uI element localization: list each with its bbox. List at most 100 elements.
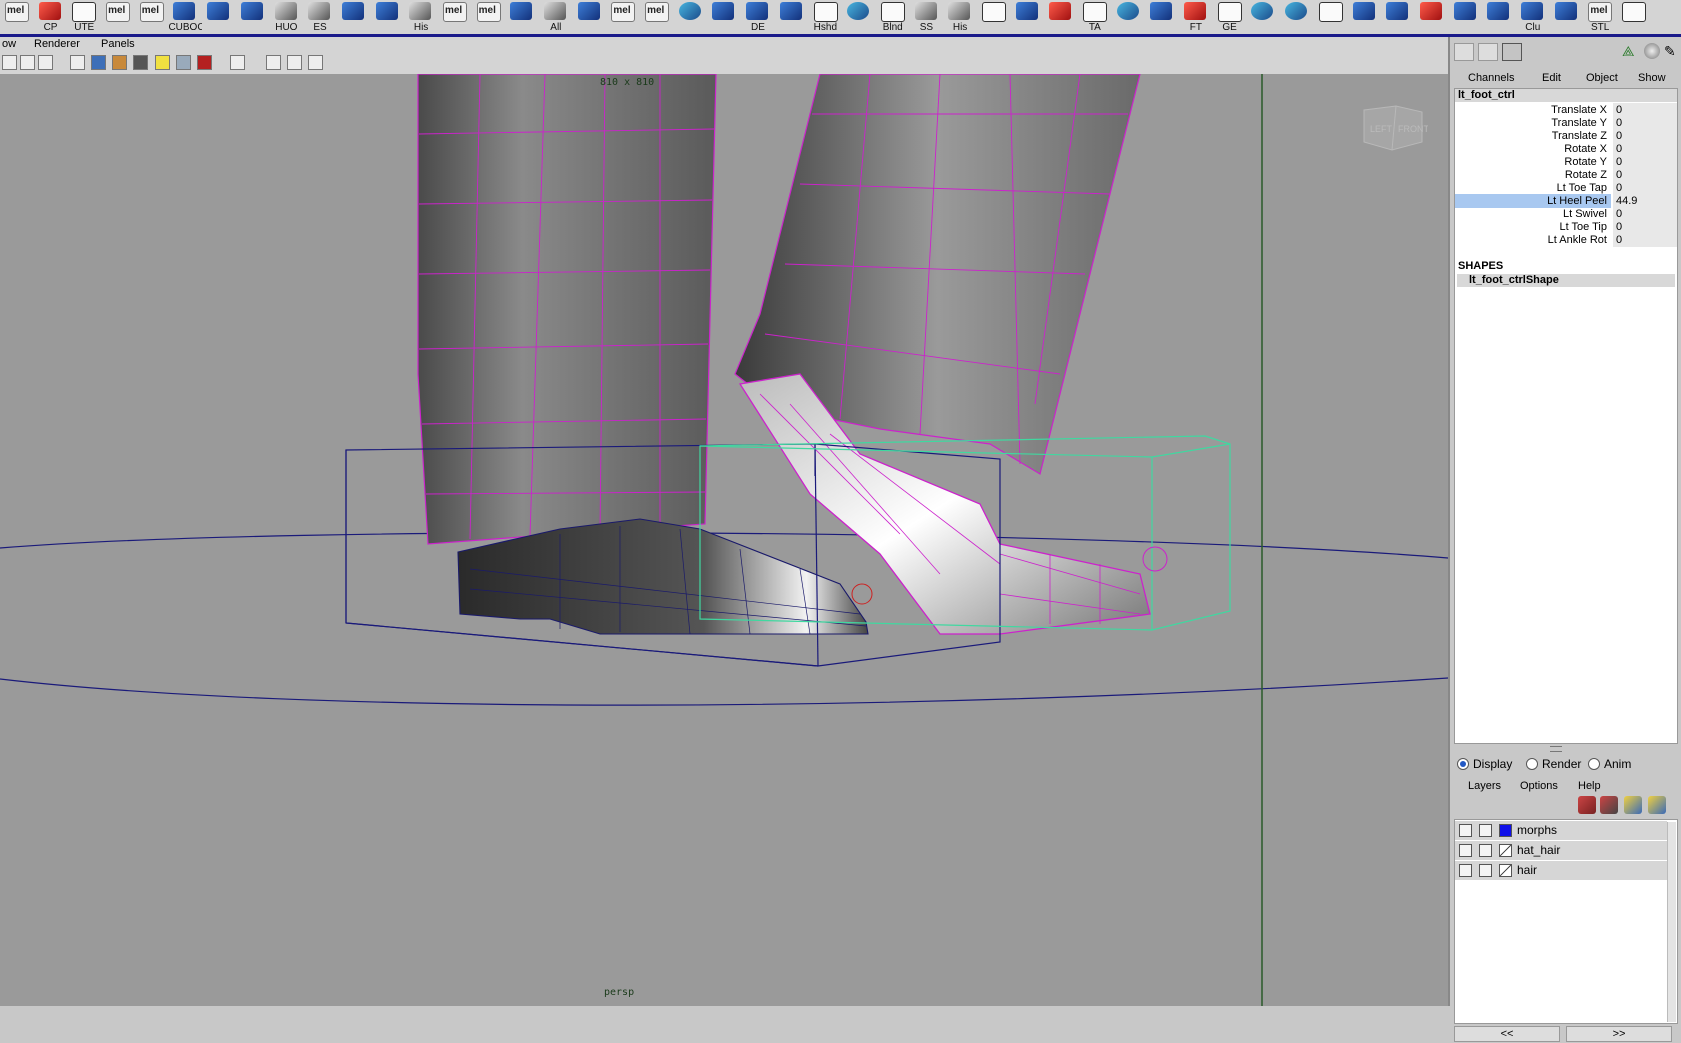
shelf-button-4[interactable] xyxy=(135,0,169,34)
attribute-value-field[interactable]: 0 xyxy=(1613,116,1677,130)
attribute-value-field[interactable]: 0 xyxy=(1613,103,1677,117)
attribute-value-field[interactable]: 0 xyxy=(1613,207,1677,221)
attribute-row[interactable]: Rotate X0 xyxy=(1455,142,1677,156)
menu-layers[interactable]: Layers xyxy=(1468,780,1501,792)
attribute-row[interactable]: Translate X0 xyxy=(1455,103,1677,117)
menu-panels[interactable]: Panels xyxy=(101,38,135,50)
layer-color-swatch[interactable] xyxy=(1499,824,1512,837)
shelf-button-38[interactable] xyxy=(1280,0,1314,34)
shelf-button-17[interactable] xyxy=(573,0,607,34)
shelf-button-32[interactable]: TA xyxy=(1078,0,1112,34)
textured-icon[interactable] xyxy=(112,55,127,70)
shelf-button-43[interactable] xyxy=(1449,0,1483,34)
layer-visibility-toggle[interactable] xyxy=(1459,864,1472,877)
attribute-row[interactable]: Lt Toe Tip 0 xyxy=(1455,220,1677,234)
shelf-button-3[interactable] xyxy=(101,0,135,34)
attribute-value-field[interactable]: 0 xyxy=(1613,233,1677,247)
shelf-button-1[interactable]: CP xyxy=(34,0,68,34)
layer-display-type-toggle[interactable] xyxy=(1479,844,1492,857)
shelf-button-12[interactable]: His xyxy=(404,0,438,34)
shelf-button-36[interactable]: GE xyxy=(1213,0,1247,34)
shelf-button-44[interactable] xyxy=(1482,0,1516,34)
menu-edit[interactable]: Edit xyxy=(1542,72,1561,84)
shelf-button-25[interactable] xyxy=(842,0,876,34)
attribute-row[interactable]: Translate Y0 xyxy=(1455,116,1677,130)
attribute-row[interactable]: Lt Swivel 0 xyxy=(1455,207,1677,221)
new-render-layer-icon[interactable] xyxy=(1624,796,1642,814)
shelf-button-13[interactable] xyxy=(438,0,472,34)
shelf-button-29[interactable] xyxy=(977,0,1011,34)
shelf-button-19[interactable] xyxy=(640,0,674,34)
shelf-button-5[interactable]: CUBOC xyxy=(168,0,202,34)
menu-help[interactable]: Help xyxy=(1578,780,1601,792)
shelf-button-45[interactable]: Clu xyxy=(1516,0,1550,34)
view-cube-icon[interactable]: LEFT FRONT xyxy=(1356,102,1428,154)
attribute-row[interactable]: Lt Toe Tap 0 xyxy=(1455,181,1677,195)
menu-options[interactable]: Options xyxy=(1520,780,1558,792)
shelf-button-30[interactable] xyxy=(1011,0,1045,34)
attribute-value-field[interactable]: 44.9 xyxy=(1613,194,1677,208)
paint-icon[interactable]: ✎ xyxy=(1664,43,1681,61)
shelf-button-18[interactable] xyxy=(606,0,640,34)
shelf-button-24[interactable]: Hshd xyxy=(809,0,843,34)
resolution-gate-icon[interactable] xyxy=(230,55,245,70)
shelf-button-23[interactable] xyxy=(775,0,809,34)
layer-row[interactable]: morphs xyxy=(1455,821,1667,841)
shadow-icon[interactable] xyxy=(133,55,148,70)
new-render-layer-selected-icon[interactable] xyxy=(1648,796,1666,814)
channel-box-toggle-icon[interactable] xyxy=(1502,43,1522,61)
shelf-button-37[interactable] xyxy=(1246,0,1280,34)
attribute-name[interactable]: Lt Toe Tap xyxy=(1455,181,1611,195)
shelf-button-0[interactable] xyxy=(0,0,34,34)
attribute-name[interactable]: Translate Y xyxy=(1455,116,1611,130)
wireframe-icon[interactable] xyxy=(70,55,85,70)
attribute-row[interactable]: Rotate Z0 xyxy=(1455,168,1677,182)
image-plane-icon[interactable] xyxy=(38,55,53,70)
menu-show-cb[interactable]: Show xyxy=(1638,72,1666,84)
attribute-name[interactable]: Rotate Z xyxy=(1455,168,1611,182)
menu-channels[interactable]: Channels xyxy=(1468,72,1514,84)
grid-toggle-icon[interactable] xyxy=(287,55,302,70)
shelf-button-16[interactable]: All xyxy=(539,0,573,34)
shelf-button-40[interactable] xyxy=(1348,0,1382,34)
shelf-button-9[interactable]: ES xyxy=(303,0,337,34)
attribute-editor-toggle-icon[interactable] xyxy=(1454,43,1474,61)
attribute-name[interactable]: Translate X xyxy=(1455,103,1611,117)
layer-row[interactable]: hair xyxy=(1455,861,1667,881)
attribute-name[interactable]: Rotate Y xyxy=(1455,155,1611,169)
xray-icon[interactable] xyxy=(176,55,191,70)
shelf-button-47[interactable]: STL xyxy=(1583,0,1617,34)
attribute-value-field[interactable]: 0 xyxy=(1613,168,1677,182)
hud-icon[interactable] xyxy=(308,55,323,70)
scroll-right-button[interactable]: >> xyxy=(1566,1026,1672,1042)
layer-row[interactable]: hat_hair xyxy=(1455,841,1667,861)
attribute-value-field[interactable]: 0 xyxy=(1613,181,1677,195)
shelf-button-48[interactable] xyxy=(1617,0,1651,34)
select-camera-icon[interactable] xyxy=(2,55,17,70)
shelf-button-34[interactable] xyxy=(1145,0,1179,34)
viewport-persp[interactable]: 810 x 810 persp LEFT FRONT xyxy=(0,74,1448,1006)
shelf-button-20[interactable] xyxy=(674,0,708,34)
shelf-button-2[interactable]: UTE xyxy=(67,0,101,34)
render-radio[interactable] xyxy=(1526,758,1538,770)
isolate-icon[interactable] xyxy=(197,55,212,70)
shelf-button-33[interactable] xyxy=(1112,0,1146,34)
shelf-button-35[interactable]: FT xyxy=(1179,0,1213,34)
shelf-button-21[interactable] xyxy=(707,0,741,34)
camera-attributes-icon[interactable] xyxy=(20,55,35,70)
layer-visibility-toggle[interactable] xyxy=(1459,824,1472,837)
layer-color-swatch[interactable] xyxy=(1499,844,1512,857)
layer-visibility-toggle[interactable] xyxy=(1459,844,1472,857)
node-name[interactable]: lt_foot_ctrl xyxy=(1455,89,1677,102)
attribute-name[interactable]: Lt Swivel xyxy=(1455,207,1611,221)
shelf-button-15[interactable] xyxy=(505,0,539,34)
shelf-button-7[interactable] xyxy=(236,0,270,34)
shelf-button-28[interactable]: His xyxy=(943,0,977,34)
shelf-button-42[interactable] xyxy=(1415,0,1449,34)
shelf-button-31[interactable] xyxy=(1044,0,1078,34)
menu-renderer[interactable]: Renderer xyxy=(34,38,80,50)
shelf-button-27[interactable]: SS xyxy=(910,0,944,34)
manipulator-icon[interactable]: ⟁ xyxy=(1622,43,1642,61)
attribute-value-field[interactable]: 0 xyxy=(1613,142,1677,156)
shelf-button-41[interactable] xyxy=(1381,0,1415,34)
